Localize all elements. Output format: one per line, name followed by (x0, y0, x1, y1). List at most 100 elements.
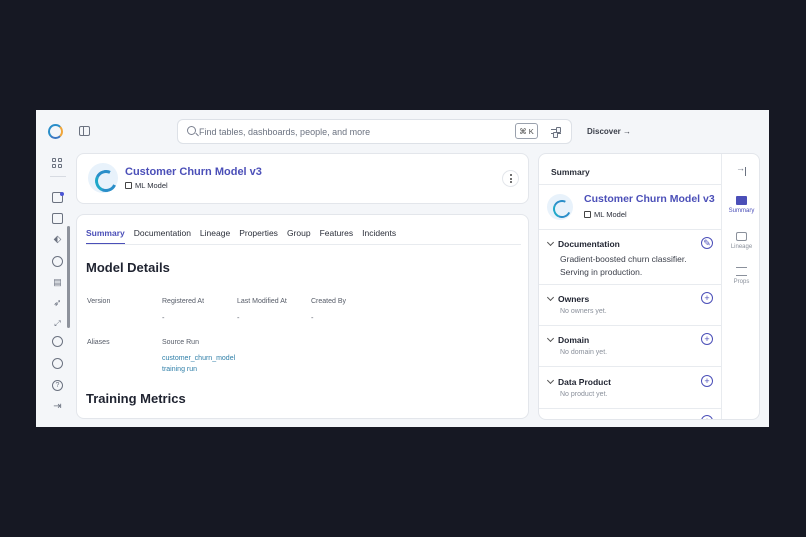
discover-label: Discover (587, 127, 621, 136)
side-cube-icon (584, 211, 591, 218)
bookmark-icon[interactable] (52, 213, 63, 224)
documentation-section-header[interactable]: Documentation (546, 238, 620, 249)
discover-link[interactable]: Discover → (587, 127, 631, 136)
rail-summary-label: Summary (728, 208, 755, 214)
tab-features[interactable]: Features (320, 228, 354, 245)
chevron-down-icon (546, 376, 555, 385)
globe-icon[interactable] (52, 256, 63, 267)
search-input[interactable] (199, 120, 509, 143)
app-window: ⌘ K Discover → ⬖ ▤ ➶ ⤢ ? ⇥ Customer Chur… (36, 110, 769, 427)
owners-section-header[interactable]: Owners (546, 293, 590, 304)
tab-lineage[interactable]: Lineage (200, 228, 230, 245)
app-logo-icon[interactable] (48, 124, 63, 139)
entity-type-label: ML Model (135, 181, 168, 190)
add-domain-button[interactable]: + (701, 333, 713, 345)
help-icon[interactable]: ? (52, 380, 63, 391)
lineage-icon (736, 232, 747, 241)
collapse-panel-icon[interactable] (736, 163, 747, 176)
tab-summary[interactable]: Summary (86, 228, 125, 245)
model-details-heading: Model Details (86, 260, 170, 275)
user-settings-icon[interactable] (52, 336, 63, 347)
domain-section-header[interactable]: Domain (546, 334, 590, 345)
search-bar[interactable]: ⌘ K (177, 119, 572, 144)
last-modified-value: - (237, 313, 240, 322)
owners-empty-text: No owners yet. (560, 308, 607, 315)
created-by-value: - (311, 313, 314, 322)
side-entity-type-label: ML Model (594, 210, 627, 219)
tab-properties[interactable]: Properties (239, 228, 278, 245)
logout-icon[interactable]: ⇥ (52, 401, 63, 412)
rail-props[interactable]: Props (722, 267, 759, 285)
shortcut-key: K (528, 126, 534, 136)
tab-group[interactable]: Group (287, 228, 311, 245)
section-divider (539, 229, 721, 230)
side-entity-title[interactable]: Customer Churn Model v3 (584, 193, 715, 205)
left-nav: ⬖ ▤ ➶ ⤢ ? ⇥ (36, 152, 72, 427)
source-run-link[interactable]: customer_churn_model training run (162, 353, 242, 375)
apps-grid-icon[interactable] (52, 158, 63, 169)
tab-documentation[interactable]: Documentation (134, 228, 191, 245)
entity-header-card: Customer Churn Model v3 ML Model (76, 153, 529, 204)
source-run-line2: training run (162, 366, 198, 373)
documentation-text: Gradient-boosted churn classifier. Servi… (560, 254, 687, 277)
chevron-down-icon (546, 238, 555, 247)
data-product-section-title: Data Product (558, 377, 611, 387)
entity-main-card: Summary Documentation Lineage Properties… (76, 214, 529, 419)
book-icon[interactable]: ▤ (52, 277, 63, 288)
keyboard-shortcut-badge: ⌘ K (515, 123, 538, 139)
source-run-label: Source Run (162, 339, 199, 346)
rail-summary[interactable]: Summary (722, 196, 759, 214)
entity-type: ML Model (125, 181, 168, 190)
rail-lineage-label: Lineage (730, 244, 753, 250)
chevron-down-icon (546, 293, 555, 302)
nav-scrollbar[interactable] (67, 226, 70, 328)
version-label: Version (87, 298, 111, 305)
side-rail-divider (721, 154, 722, 419)
rocket-icon[interactable]: ➶ (52, 298, 63, 309)
chevron-down-icon (546, 334, 555, 343)
cube-icon (125, 182, 132, 189)
side-header-divider (539, 184, 721, 185)
add-data-product-button[interactable]: + (701, 375, 713, 387)
data-product-empty-text: No product yet. (560, 391, 608, 398)
rail-lineage[interactable]: Lineage (722, 232, 759, 250)
source-run-line1: customer_churn_model (162, 355, 236, 362)
sidebar-toggle-icon[interactable] (79, 126, 90, 136)
tab-incidents[interactable]: Incidents (362, 228, 396, 245)
add-section-button[interactable]: + (701, 415, 713, 419)
notification-dot (60, 192, 64, 196)
side-ml-model-logo-icon (547, 194, 573, 220)
top-bar: ⌘ K Discover → (36, 110, 769, 152)
more-options-button[interactable] (502, 170, 519, 187)
entity-title[interactable]: Customer Churn Model v3 (125, 166, 262, 178)
command-key-icon: ⌘ (519, 126, 527, 136)
list-icon (736, 267, 747, 276)
registered-at-value: - (162, 313, 165, 322)
nav-divider (50, 176, 66, 177)
entity-tabs: Summary Documentation Lineage Properties… (86, 228, 396, 245)
training-metrics-heading: Training Metrics (86, 391, 186, 406)
section-divider (539, 408, 721, 409)
domain-section-title: Domain (558, 335, 590, 345)
tag-icon[interactable]: ⬖ (52, 234, 63, 245)
last-modified-label: Last Modified At (237, 298, 287, 305)
created-by-label: Created By (311, 298, 347, 305)
section-divider (539, 325, 721, 326)
registered-at-label: Registered At (162, 298, 205, 305)
gear-icon[interactable] (52, 358, 63, 369)
data-product-section-header[interactable]: Data Product (546, 376, 611, 387)
side-panel-heading: Summary (551, 167, 590, 177)
expand-icon[interactable]: ⤢ (52, 318, 63, 329)
search-icon (187, 126, 196, 135)
rail-props-label: Props (733, 279, 750, 285)
filter-sliders-icon[interactable] (545, 124, 567, 139)
section-divider (539, 284, 721, 285)
edit-documentation-button[interactable]: ✎ (701, 237, 713, 249)
side-entity-type: ML Model (584, 210, 627, 219)
aliases-label: Aliases (87, 339, 110, 346)
arrow-right-icon: → (623, 127, 632, 136)
owners-section-title: Owners (558, 294, 590, 304)
tabs-divider (86, 244, 521, 245)
domain-empty-text: No domain yet. (560, 349, 608, 356)
add-owner-button[interactable]: + (701, 292, 713, 304)
